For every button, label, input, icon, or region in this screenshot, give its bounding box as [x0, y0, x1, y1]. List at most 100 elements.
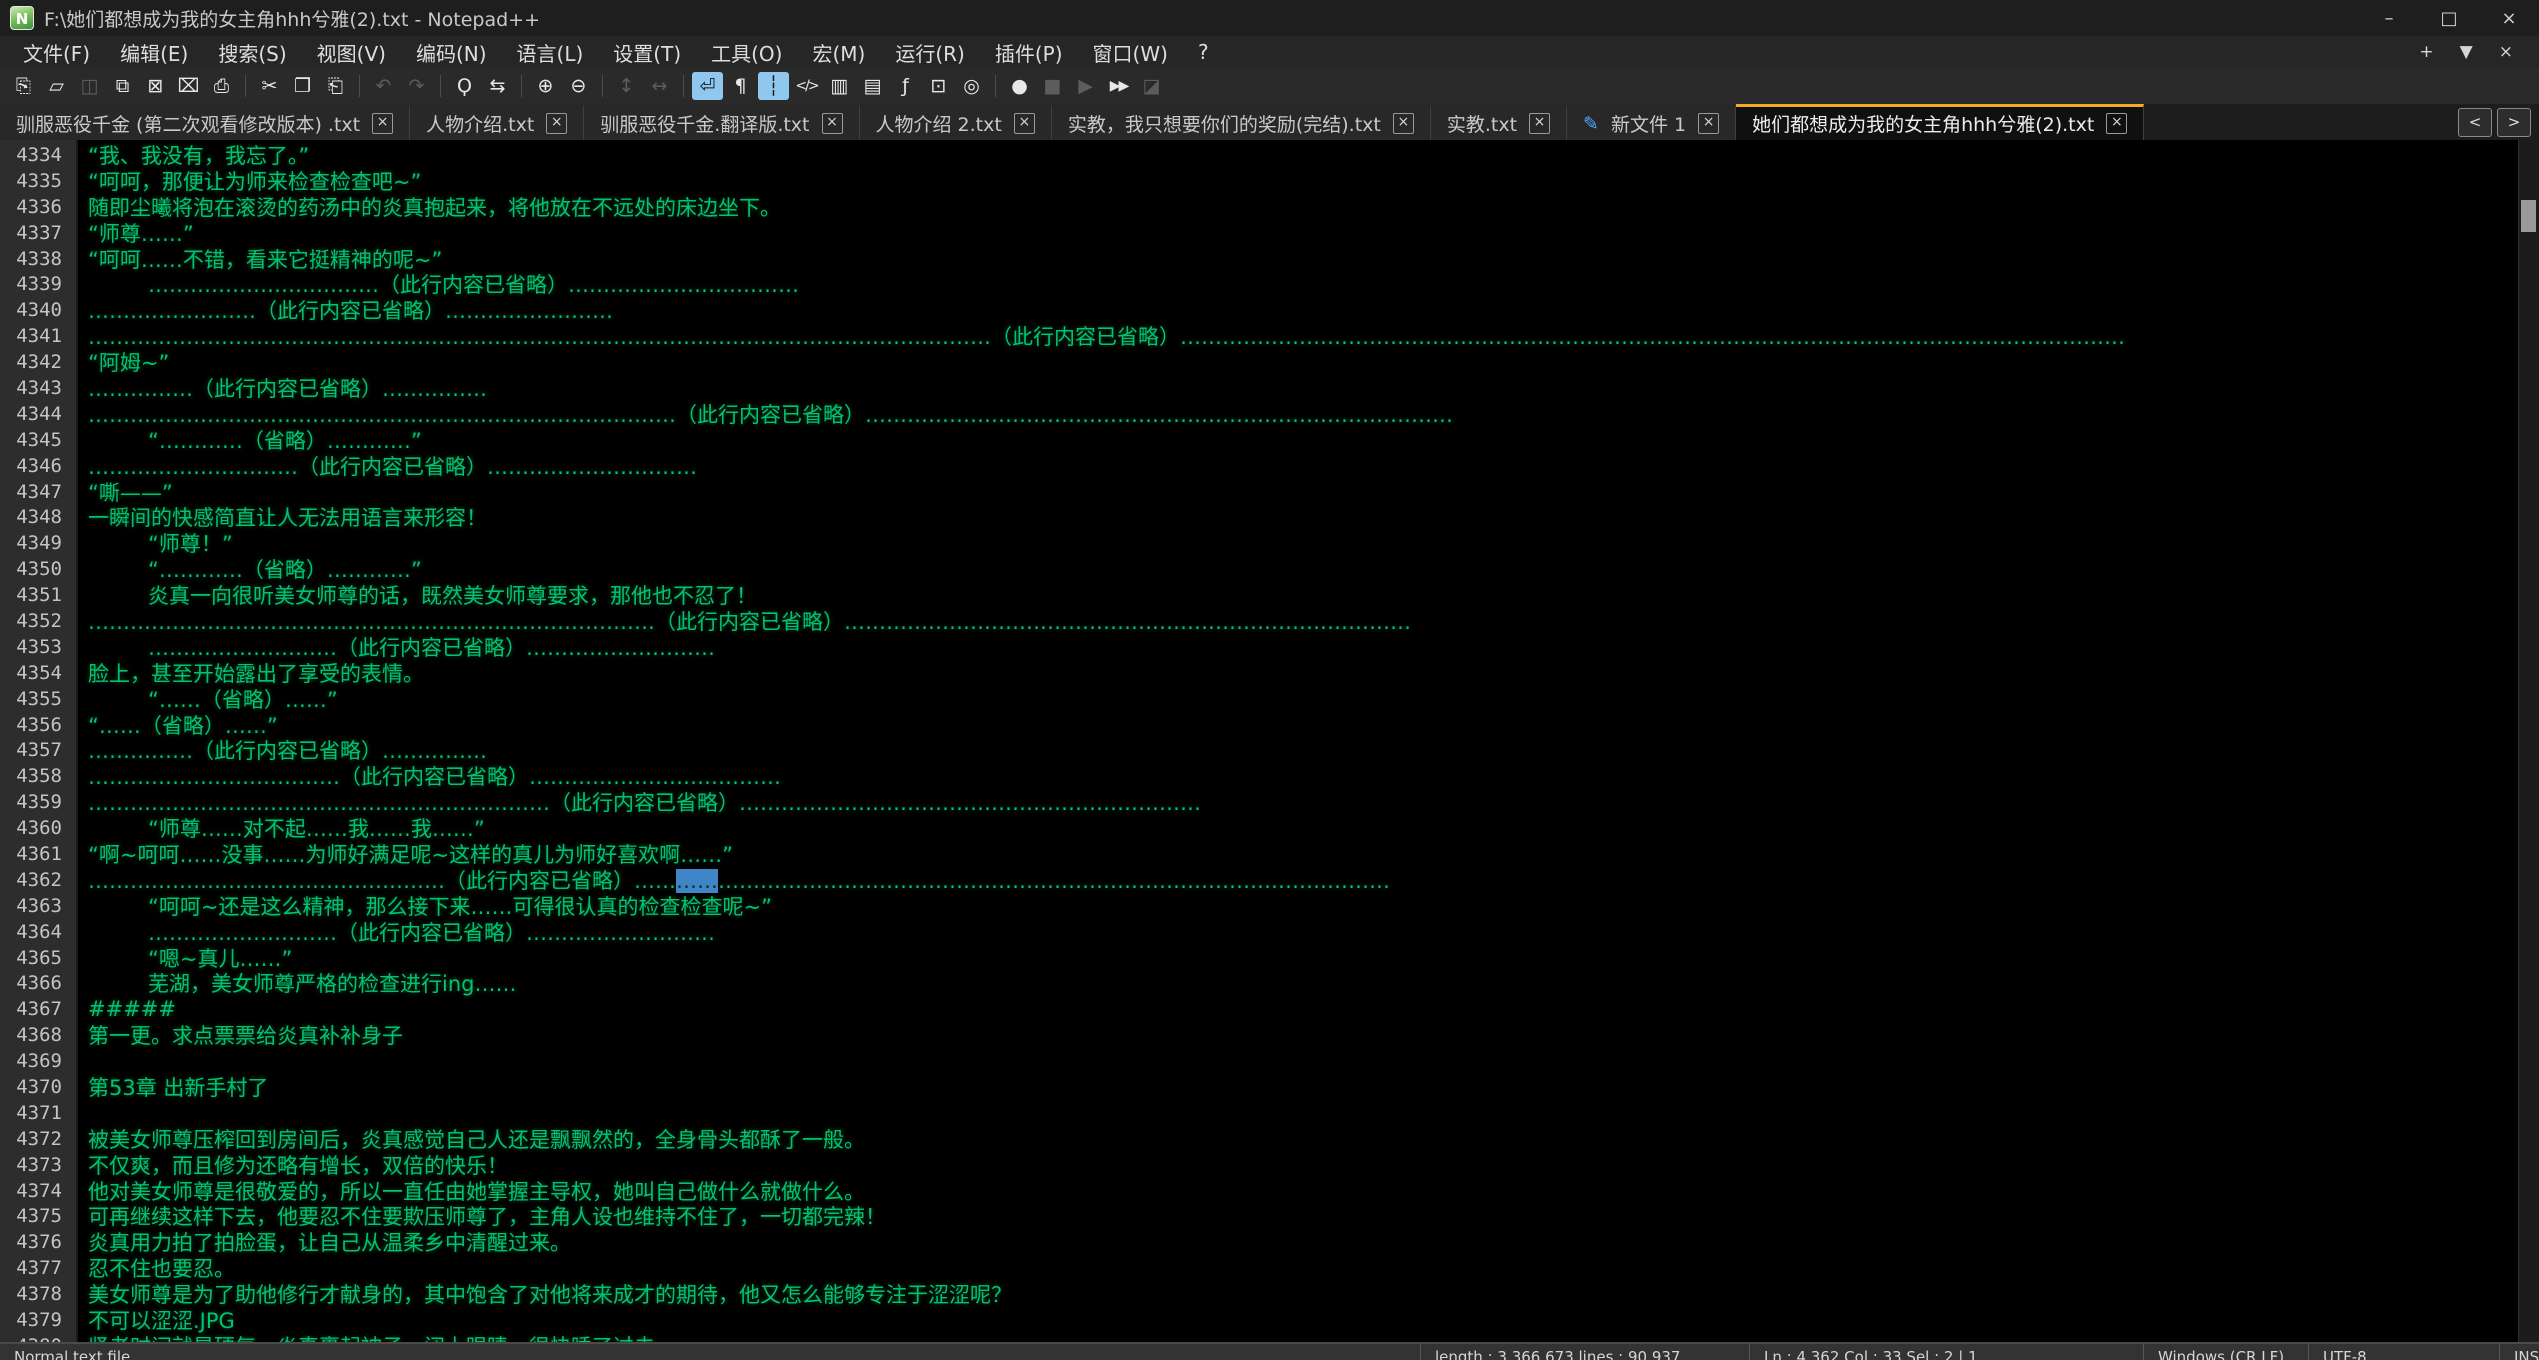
tab-5[interactable]: 实教.txt× [1431, 104, 1567, 140]
show-all-characters-button[interactable]: ¶ [725, 72, 756, 100]
tab-3[interactable]: 人物介绍 2.txt× [860, 104, 1052, 140]
open-file-button[interactable]: ▱ [41, 72, 72, 100]
line-text[interactable]: ##### [76, 997, 176, 1021]
tab-close-icon[interactable]: × [1014, 113, 1035, 134]
editor-line: 4354脸上，甚至开始露出了享受的表情。 [0, 660, 2519, 686]
status-eol-format[interactable]: Windows (CR LF) [2144, 1344, 2309, 1360]
sync-vertical-scrolling-button[interactable]: ↕ [611, 72, 642, 100]
word-wrap-button[interactable]: ⏎ [692, 72, 723, 100]
editor-line: 4353………………………（此行内容已省略）……………………… [0, 634, 2519, 660]
menu-item-9[interactable]: 运行(R) [880, 38, 980, 67]
zoom-out-button[interactable]: ⊖ [563, 72, 594, 100]
tab-7-active[interactable]: 她们都想成为我的女主角hhh兮雅(2).txt× [1736, 104, 2144, 140]
sync-horizontal-scrolling-button[interactable]: ↔ [644, 72, 675, 100]
line-text[interactable]: …………………………………………………………………………………………………………… [76, 321, 2125, 351]
user-defined-language-icon: </> [795, 78, 817, 94]
editor-line: 4352………………………………………………………………………（此行内容已省略）… [0, 608, 2519, 634]
undo-button[interactable]: ↶ [368, 72, 399, 100]
unsaved-pencil-icon: ✎ [1583, 113, 1599, 135]
function-list-button[interactable]: ƒ [890, 72, 921, 100]
document-map-button[interactable]: ▥ [824, 72, 855, 100]
find-button[interactable]: Ϙ [449, 72, 480, 100]
save-all-button[interactable]: ⧉ [107, 72, 138, 100]
zoom-in-button[interactable]: ⊕ [530, 72, 561, 100]
editor-line: 4342“阿姆~” [0, 349, 2519, 375]
line-text[interactable]: 第一更。求点票票给炎真补补身子 [76, 1020, 403, 1050]
tab-close-icon[interactable]: × [546, 113, 567, 134]
run-macro-multiple-times-button[interactable]: ▶▶ [1103, 72, 1134, 100]
tab-2[interactable]: 驯服恶役千金.翻译版.txt× [584, 104, 859, 140]
tab-list-dropdown-icon[interactable]: ▼ [2460, 42, 2473, 62]
tab-close-icon[interactable]: × [2106, 113, 2127, 134]
line-text[interactable]: 第53章 出新手村了 [76, 1072, 268, 1102]
line-text[interactable]: 贤者时间就是硬气，炎真裹起被子，闭上眼睛，很快睡了过去。 [76, 1331, 676, 1342]
menu-item-12[interactable]: ? [1183, 40, 1224, 64]
line-number: 4342 [0, 351, 76, 373]
editor-line: 4347“嘶——” [0, 479, 2519, 505]
user-defined-language-button[interactable]: </> [791, 72, 822, 100]
menu-item-5[interactable]: 语言(L) [502, 38, 599, 67]
menu-item-3[interactable]: 视图(V) [302, 38, 401, 67]
close-all-button[interactable]: ⌧ [173, 72, 204, 100]
menu-item-10[interactable]: 插件(P) [980, 38, 1078, 67]
line-text[interactable]: 芜湖，美女师尊严格的检查进行ing…… [76, 968, 516, 998]
snapshot-button[interactable]: ◎ [956, 72, 987, 100]
tab-0[interactable]: 驯服恶役千金 (第二次观看修改版本) .txt× [0, 104, 410, 140]
print-button[interactable]: ⎙ [206, 72, 237, 100]
paste-button[interactable]: ⎗ [320, 72, 351, 100]
menu-item-1[interactable]: 编辑(E) [105, 38, 203, 67]
playback-macro-button[interactable]: ▶ [1070, 72, 1101, 100]
close-file-button[interactable]: ⊠ [140, 72, 171, 100]
cut-button[interactable]: ✂ [254, 72, 285, 100]
line-number: 4350 [0, 558, 76, 580]
stop-recording-button[interactable]: ■ [1037, 72, 1068, 100]
scrollbar-thumb[interactable] [2521, 200, 2536, 232]
new-tab-icon[interactable]: + [2419, 42, 2433, 62]
tab-6[interactable]: ✎新文件 1× [1567, 104, 1736, 140]
monitoring-button[interactable]: ⊡ [923, 72, 954, 100]
status-insert-mode[interactable]: INS [2500, 1344, 2539, 1360]
editor-area[interactable]: 4334“我、我没有，我忘了。”4335“呵呵，那便让为师来检查检查吧~”433… [0, 140, 2539, 1342]
tab-close-icon[interactable]: × [822, 113, 843, 134]
tab-4[interactable]: 实教，我只想要你们的奖励(完结).txt× [1052, 104, 1431, 140]
editor-line: 4363“呵呵~还是这么精神，那么接下来……可得很认真的检查检查呢~” [0, 893, 2519, 919]
line-number: 4364 [0, 921, 76, 943]
tab-close-icon[interactable]: × [1529, 113, 1550, 134]
tab-close-icon[interactable]: × [1393, 113, 1414, 134]
editor-line: 4375可再继续这样下去，他要忍不住要欺压师尊了，主角人设也维持不住了，一切都完… [0, 1204, 2519, 1230]
menu-item-4[interactable]: 编码(N) [401, 38, 502, 67]
line-number: 4357 [0, 739, 76, 761]
document-list-button[interactable]: ▤ [857, 72, 888, 100]
tab-close-icon[interactable]: × [372, 113, 393, 134]
replace-button[interactable]: ⇆ [482, 72, 513, 100]
line-number: 4340 [0, 299, 76, 321]
minimize-button[interactable]: – [2359, 0, 2419, 36]
status-encoding[interactable]: UTF-8 [2309, 1344, 2500, 1360]
close-tab-icon[interactable]: × [2499, 42, 2513, 62]
menu-item-6[interactable]: 设置(T) [598, 38, 696, 67]
menu-item-7[interactable]: 工具(O) [696, 38, 797, 67]
maximize-button[interactable]: □ [2419, 0, 2479, 36]
redo-button[interactable]: ↷ [401, 72, 432, 100]
tab-close-icon[interactable]: × [1698, 113, 1719, 134]
show-indent-guide-button[interactable]: ┆ [758, 72, 789, 100]
line-number: 4358 [0, 765, 76, 787]
line-number: 4336 [0, 196, 76, 218]
editor-line: 4361“啊~呵呵……没事……为师好满足呢~这样的真儿为师好喜欢啊……” [0, 841, 2519, 867]
menu-item-11[interactable]: 窗口(W) [1078, 38, 1183, 67]
save-recorded-macro-button[interactable]: ◪ [1136, 72, 1167, 100]
tab-scroll-right-button[interactable]: > [2497, 108, 2531, 137]
save-file-button[interactable]: ◫ [74, 72, 105, 100]
close-button[interactable]: × [2479, 0, 2539, 36]
menu-item-0[interactable]: 文件(F) [8, 38, 105, 67]
copy-button[interactable]: ❐ [287, 72, 318, 100]
new-file-button[interactable]: ⎘ [8, 72, 39, 100]
menu-item-2[interactable]: 搜索(S) [203, 38, 301, 67]
vertical-scrollbar[interactable] [2518, 140, 2539, 1342]
tab-1[interactable]: 人物介绍.txt× [410, 104, 584, 140]
print-icon: ⎙ [214, 75, 229, 97]
menu-item-8[interactable]: 宏(M) [797, 38, 880, 67]
start-recording-button[interactable]: ● [1004, 72, 1035, 100]
tab-scroll-left-button[interactable]: < [2458, 108, 2492, 137]
editor-line: 4334“我、我没有，我忘了。” [0, 142, 2519, 168]
